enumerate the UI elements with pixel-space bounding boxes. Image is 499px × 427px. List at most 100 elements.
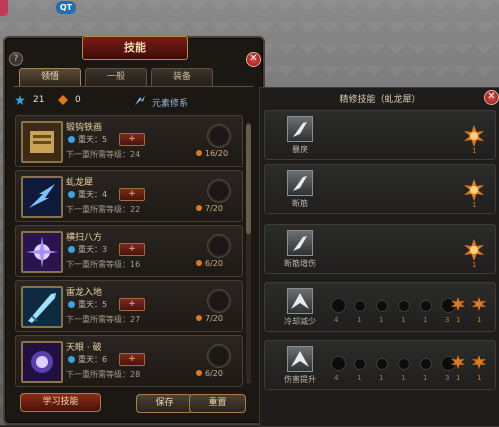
orange-points-value: 0: [75, 95, 81, 105]
blue-star-icon: [15, 95, 25, 105]
node-count: 1: [379, 374, 384, 382]
lightning-slash-icon: [21, 176, 63, 218]
node-count: 1: [477, 316, 482, 324]
skill-points-bar: 21 0 元素修系: [15, 93, 255, 109]
node-count: 1: [456, 316, 461, 324]
help-icon[interactable]: ?: [9, 52, 23, 66]
tab-divider: [13, 86, 253, 87]
mastery-label: 暴戾: [292, 145, 308, 154]
element-label[interactable]: 元素修系: [152, 96, 188, 109]
skill-level: 重天：4: [78, 190, 108, 199]
qt-badge[interactable]: QT: [56, 1, 76, 14]
claw-icon: [287, 170, 313, 196]
star-count: 1: [472, 147, 477, 155]
orange-starburst-icon[interactable]: [472, 355, 486, 369]
skill-row[interactable]: 锻钩铁画 重天：5 + 下一重所需等级：24 16/20: [15, 115, 243, 167]
progress-dot-icon: [196, 315, 202, 321]
node-count: 1: [423, 316, 428, 324]
mastery-row[interactable]: 暴戾 1: [264, 110, 496, 160]
skill-requirement: 下一重所需等级：28: [66, 370, 141, 379]
mastery-row[interactable]: 断筋增伤 1: [264, 224, 496, 274]
mastery-label: 冷却减少: [284, 317, 316, 326]
learn-skill-button[interactable]: 学习技能: [20, 393, 101, 412]
progress-dot-icon: [196, 205, 202, 211]
mastery-row[interactable]: 伤害提升 4 1 1 1 1 3 1 1: [264, 340, 496, 390]
star-count: 1: [472, 261, 477, 269]
mastery-node[interactable]: [331, 356, 346, 371]
mastery-node[interactable]: [398, 300, 410, 312]
progress-dot-icon: [196, 370, 202, 376]
mastery-node[interactable]: [354, 358, 366, 370]
skill-slot[interactable]: [207, 234, 231, 258]
mastery-node[interactable]: [398, 358, 410, 370]
skill-slot[interactable]: [207, 289, 231, 313]
level-up-button[interactable]: +: [119, 243, 145, 256]
element-icon: [135, 95, 145, 105]
claw-icon: [287, 230, 313, 256]
blue-points-value: 21: [33, 95, 45, 105]
skill-row[interactable]: 虬龙犀 重天：4 + 下一重所需等级：22 7/20: [15, 170, 243, 222]
skill-name: 横扫八方: [66, 233, 103, 243]
orange-starburst-icon[interactable]: [472, 297, 486, 311]
progress-dot-icon: [196, 260, 202, 266]
mastery-node[interactable]: [354, 300, 366, 312]
skills-close-button[interactable]: ✕: [246, 52, 261, 67]
orange-starburst-icon[interactable]: [463, 125, 485, 147]
orange-starburst-icon[interactable]: [451, 355, 465, 369]
mastery-window-title: 精修技能（虬龙犀）: [339, 95, 421, 105]
skill-slot[interactable]: [207, 179, 231, 203]
skill-progress: 6/20: [205, 369, 223, 378]
node-count: 4: [334, 316, 339, 324]
tab-comprehend[interactable]: 领悟: [19, 68, 81, 86]
skill-progress: 7/20: [205, 314, 223, 323]
mastery-node[interactable]: [331, 298, 346, 313]
blade-icon: [21, 286, 63, 328]
skill-list-scrollbar[interactable]: [246, 122, 251, 384]
mastery-node[interactable]: [420, 300, 432, 312]
skill-progress: 6/20: [205, 259, 223, 268]
skill-slot[interactable]: [207, 124, 231, 148]
save-button[interactable]: 保存: [136, 394, 193, 413]
skill-slot[interactable]: [207, 344, 231, 368]
level-up-button[interactable]: +: [119, 133, 145, 146]
burst-icon: [21, 231, 63, 273]
node-count: 4: [334, 374, 339, 382]
level-dot-icon: [68, 301, 75, 308]
mastery-node[interactable]: [376, 358, 388, 370]
level-up-button[interactable]: +: [119, 188, 145, 201]
reset-button[interactable]: 重置: [189, 394, 246, 413]
skill-level: 重天：3: [78, 245, 108, 254]
mastery-row[interactable]: 断筋 1: [264, 164, 496, 214]
node-count: 1: [401, 374, 406, 382]
star-count: 1: [472, 201, 477, 209]
node-count: 1: [423, 374, 428, 382]
tab-general[interactable]: 一般: [85, 68, 147, 86]
tab-equipment[interactable]: 装备: [151, 68, 213, 86]
skill-level: 重天：5: [78, 135, 108, 144]
skill-row[interactable]: 横扫八方 重天：3 + 下一重所需等级：16 6/20: [15, 225, 243, 277]
skill-requirement: 下一重所需等级：24: [66, 150, 141, 159]
scrollbar-thumb[interactable]: [246, 124, 251, 234]
level-up-button[interactable]: +: [119, 298, 145, 311]
mastery-node[interactable]: [376, 300, 388, 312]
mastery-label: 断筋: [292, 199, 308, 208]
orange-starburst-icon[interactable]: [463, 179, 485, 201]
mastery-node[interactable]: [420, 358, 432, 370]
skill-progress: 7/20: [205, 204, 223, 213]
mastery-row[interactable]: 冷却减少 4 1 1 1 1 3 1 1: [264, 282, 496, 332]
skill-row[interactable]: 雷龙入地 重天：5 + 下一重所需等级：27 7/20: [15, 280, 243, 332]
mastery-close-button[interactable]: ✕: [484, 90, 499, 105]
mastery-label: 伤害提升: [284, 375, 316, 384]
wing-claw-icon: [287, 288, 313, 314]
skill-row[interactable]: 天眼 · 破 重天：6 + 下一重所需等级：28 6/20: [15, 335, 243, 387]
level-up-button[interactable]: +: [119, 353, 145, 366]
orange-starburst-icon[interactable]: [451, 297, 465, 311]
skill-level: 重天：5: [78, 300, 108, 309]
skill-name: 锻钩铁画: [66, 123, 103, 133]
orange-starburst-icon[interactable]: [463, 239, 485, 261]
skill-requirement: 下一重所需等级：16: [66, 260, 141, 269]
level-dot-icon: [68, 136, 75, 143]
orange-gem-icon: [58, 95, 68, 105]
node-count: 3: [445, 316, 450, 324]
skill-requirement: 下一重所需等级：22: [66, 205, 141, 214]
